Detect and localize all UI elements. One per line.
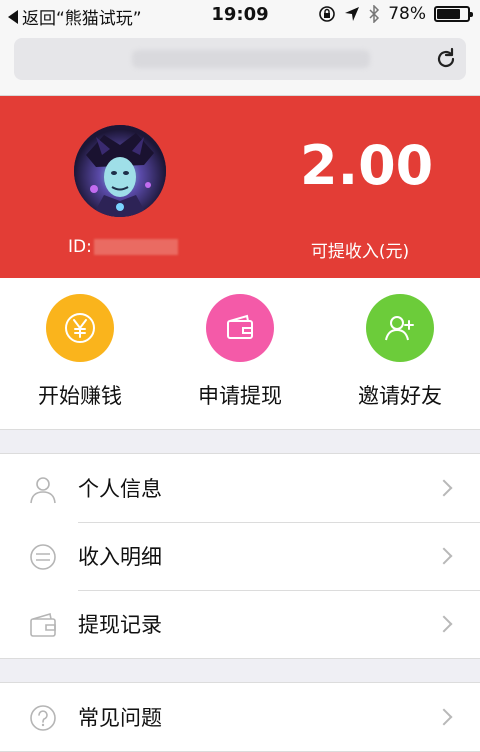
- menu-item-label: 收入明细: [78, 545, 162, 569]
- action-label: 邀请好友: [358, 384, 442, 408]
- bluetooth-icon: [369, 5, 380, 23]
- menu-item-label: 常见问题: [78, 706, 162, 730]
- battery-icon: [434, 6, 473, 22]
- action-icon-circle: [46, 294, 114, 362]
- action-label: 开始赚钱: [38, 384, 122, 408]
- wallet-icon: [30, 612, 56, 637]
- action-icon-circle: [366, 294, 434, 362]
- avatar[interactable]: [74, 125, 166, 217]
- add-person-icon: [385, 316, 414, 341]
- invite-friends-button[interactable]: 邀请好友: [340, 294, 460, 410]
- chevron-right-icon: [435, 547, 453, 565]
- blurred-url: [132, 50, 370, 68]
- reload-icon[interactable]: [434, 47, 458, 71]
- user-id-label: ID:: [68, 237, 92, 257]
- list-icon: [30, 544, 56, 570]
- menu-item-label: 提现记录: [78, 613, 162, 637]
- user-id: ID:: [68, 237, 178, 257]
- chevron-right-icon: [435, 479, 453, 497]
- status-indicators: 78%: [318, 4, 473, 24]
- person-icon: [30, 477, 56, 504]
- wallet-icon: [227, 314, 253, 339]
- menu-item-label: 个人信息: [78, 477, 162, 501]
- menu-item-income-details[interactable]: 收入明细: [0, 522, 480, 590]
- location-arrow-icon: [345, 7, 360, 21]
- browser-toolbar: [0, 30, 480, 96]
- status-bar: 返回“熊猫试玩” 19:09 78%: [0, 0, 480, 30]
- avatar-image: [74, 125, 166, 217]
- battery-level: [437, 9, 461, 19]
- account-menu: 个人信息 收入明细 提现记录: [0, 453, 480, 659]
- chevron-right-icon: [435, 615, 453, 633]
- question-icon: [30, 705, 56, 731]
- menu-item-personal-info[interactable]: 个人信息: [0, 454, 480, 522]
- address-bar[interactable]: [14, 38, 466, 80]
- help-menu: 常见问题: [0, 682, 480, 752]
- request-withdrawal-button[interactable]: 申请提现: [180, 294, 300, 410]
- withdrawable-amount: 2.00: [300, 134, 434, 197]
- action-label: 申请提现: [198, 384, 282, 408]
- battery-percent: 78%: [388, 4, 426, 24]
- action-icon-circle: [206, 294, 274, 362]
- withdrawable-amount-label: 可提收入(元): [310, 242, 410, 262]
- quick-actions: 开始赚钱 申请提现 邀请好友: [0, 278, 480, 430]
- menu-item-withdrawal-records[interactable]: 提现记录: [0, 590, 480, 658]
- profile-header: ID: 2.00 可提收入(元): [0, 96, 480, 278]
- start-earning-button[interactable]: 开始赚钱: [20, 294, 140, 410]
- user-id-redacted: [93, 239, 178, 255]
- menu-item-faq[interactable]: 常见问题: [0, 683, 480, 751]
- rotation-lock-icon: [319, 6, 336, 22]
- chevron-right-icon: [435, 708, 453, 726]
- yen-icon: [65, 313, 95, 343]
